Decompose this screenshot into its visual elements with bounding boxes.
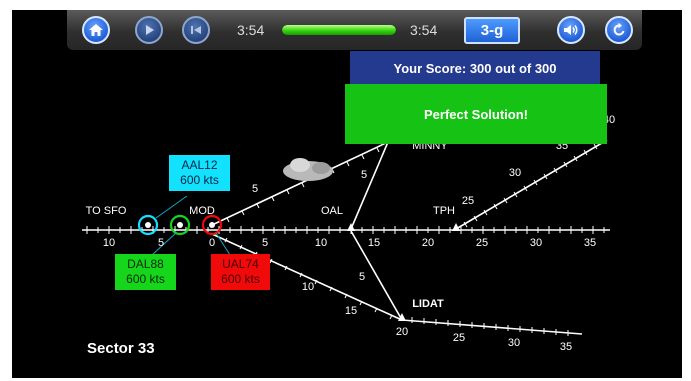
level-select-button[interactable]: 3-g: [464, 17, 520, 44]
tick-label: 20: [422, 237, 434, 249]
tick-label: 15: [345, 305, 357, 317]
tick-label: 0: [209, 237, 215, 249]
skip-back-button[interactable]: [182, 16, 210, 44]
timeline-slider[interactable]: [282, 25, 396, 35]
storm-cloud: [283, 158, 333, 181]
waypoint-label: OAL: [321, 205, 343, 217]
tick-label: 35: [584, 237, 596, 249]
sector-label: Sector 33: [87, 340, 155, 357]
tick-label: 30: [508, 337, 520, 349]
ual74-tag-leader: [215, 232, 231, 256]
upper-route-line: [211, 141, 389, 226]
play-button[interactable]: [135, 16, 163, 44]
tick-label: 10: [315, 237, 327, 249]
waypoint-label: TPH: [433, 205, 455, 217]
restart-icon: [613, 22, 625, 36]
game-screen: TO SFO MOD OAL TPH LIDAT MINNY 10 5 0 5 …: [12, 10, 682, 378]
tick-label: 25: [453, 332, 465, 344]
total-time: 3:54: [410, 22, 438, 38]
elapsed-time: 3:54: [237, 22, 265, 38]
aircraft-callsign: AAL12: [181, 158, 218, 172]
aircraft-callsign: DAL88: [127, 257, 164, 271]
waypoint-label: LIDAT: [412, 298, 444, 310]
tick-label: 5: [262, 237, 268, 249]
tick-label: 25: [462, 195, 474, 207]
waypoint-label: TO SFO: [86, 205, 127, 217]
aircraft-callsign: UAL74: [222, 257, 259, 271]
play-icon: [146, 25, 154, 35]
tick-label: 25: [476, 237, 488, 249]
tick-label: 5: [361, 169, 367, 181]
aircraft-tag-ual74[interactable]: UAL74 600 kts: [211, 254, 270, 290]
tick-label: 10: [103, 237, 115, 249]
aircraft-ual74-marker[interactable]: [201, 214, 223, 236]
tick-label: 10: [302, 281, 314, 293]
aircraft-dal88-marker[interactable]: [137, 214, 159, 236]
result-banner: Perfect Solution!: [345, 84, 607, 144]
home-button[interactable]: [82, 16, 110, 44]
aircraft-tag-aal12[interactable]: AAL12 600 kts: [169, 155, 230, 191]
timeline-progress-fill: [282, 25, 396, 35]
waypoint-label: MOD: [189, 205, 215, 217]
volume-button[interactable]: [557, 16, 585, 44]
aircraft-aal12-marker[interactable]: [169, 214, 191, 236]
tick-label: 5: [359, 271, 365, 283]
aircraft-speed: 600 kts: [126, 272, 165, 286]
tick-label: 30: [509, 167, 521, 179]
oal-upper-connector: [350, 141, 389, 230]
restart-button[interactable]: [605, 16, 633, 44]
volume-icon: [564, 25, 578, 35]
skip-back-icon: [191, 26, 201, 34]
tick-label: 15: [368, 237, 380, 249]
score-banner: Your Score: 300 out of 300: [350, 51, 600, 85]
tick-label: 5: [252, 183, 258, 195]
playback-toolbar: 3:54 3:54 3-g: [67, 10, 642, 50]
aircraft-tag-dal88[interactable]: DAL88 600 kts: [115, 254, 176, 290]
tph-route-line: [455, 139, 608, 230]
aircraft-speed: 600 kts: [180, 173, 219, 187]
lidat-route-line: [401, 319, 583, 335]
home-icon: [89, 24, 103, 36]
tick-label: 5: [158, 237, 164, 249]
tick-label: 20: [396, 326, 408, 338]
aal12-tag-leader: [155, 195, 188, 219]
tick-label: 35: [560, 341, 572, 353]
tick-label: 30: [530, 237, 542, 249]
aircraft-speed: 600 kts: [221, 272, 260, 286]
